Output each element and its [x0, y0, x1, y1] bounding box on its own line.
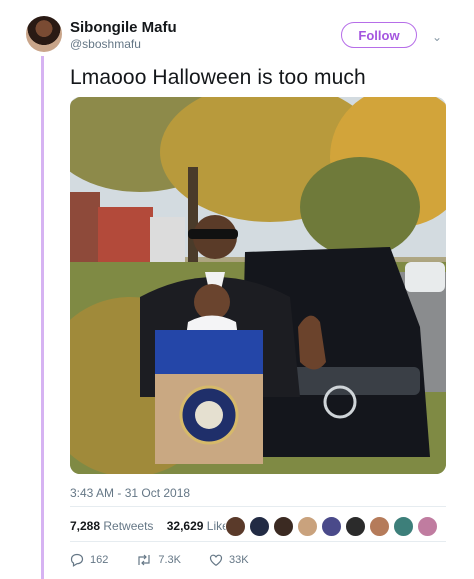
liker-avatar[interactable]: [273, 516, 294, 537]
tweet-timestamp[interactable]: 3:43 AM - 31 Oct 2018: [70, 486, 190, 500]
reply-icon: [70, 553, 84, 567]
liker-avatar[interactable]: [225, 516, 246, 537]
thread-line: [41, 56, 44, 579]
retweet-icon: [138, 554, 150, 566]
liker-avatar[interactable]: [249, 516, 270, 537]
divider-top: [70, 506, 446, 507]
retweet-button[interactable]: 7.3K: [136, 553, 181, 567]
tweet-text: Lmaooo Halloween is too much: [70, 66, 366, 89]
author-name[interactable]: Sibongile Mafu: [70, 19, 177, 36]
like-button[interactable]: 33K: [209, 553, 249, 567]
author-handle[interactable]: @sboshmafu: [70, 37, 141, 51]
liker-avatar[interactable]: [393, 516, 414, 537]
liker-avatar[interactable]: [345, 516, 366, 537]
likes-count[interactable]: 32,629: [167, 519, 204, 533]
chevron-down-icon[interactable]: ⌄: [432, 30, 442, 44]
engagement-stats: 7,288 Retweets 32,629 Likes: [70, 519, 235, 533]
photo-illustration: [70, 97, 446, 474]
reply-button[interactable]: 162: [70, 553, 108, 567]
author-avatar[interactable]: [26, 16, 62, 52]
retweet-count: 7.3K: [158, 554, 181, 566]
liker-avatar[interactable]: [321, 516, 342, 537]
liker-avatar[interactable]: [369, 516, 390, 537]
tweet-actions: 162 7.3K 33K: [70, 553, 277, 567]
follow-button[interactable]: Follow: [341, 22, 417, 48]
divider-bottom: [70, 541, 446, 542]
like-count: 33K: [229, 554, 249, 566]
retweets-label[interactable]: Retweets: [103, 519, 153, 533]
liker-avatar[interactable]: [297, 516, 318, 537]
liker-avatar[interactable]: [417, 516, 438, 537]
tweet-photo[interactable]: [70, 97, 446, 474]
reply-count: 162: [90, 554, 109, 566]
retweets-count[interactable]: 7,288: [70, 519, 100, 533]
heart-icon: [209, 554, 223, 567]
liker-avatars: [225, 516, 441, 537]
